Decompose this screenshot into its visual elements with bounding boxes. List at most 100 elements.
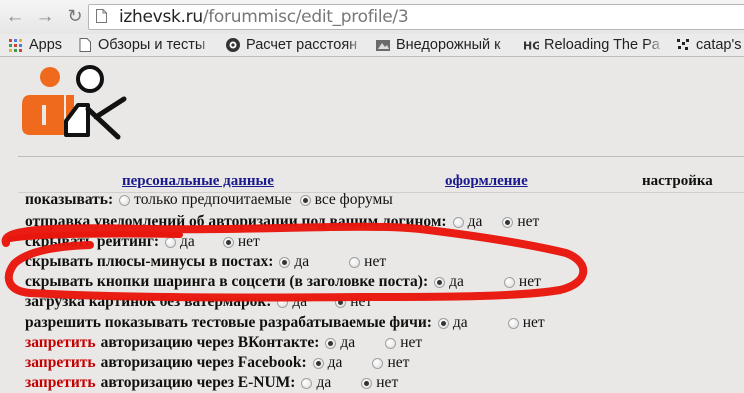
radio-option[interactable]: да bbox=[312, 354, 343, 372]
radio-unchecked[interactable] bbox=[372, 357, 384, 369]
radio-unchecked[interactable] bbox=[385, 337, 397, 349]
setting-label: отправка уведомлений об авторизации под … bbox=[25, 213, 447, 230]
radio-option[interactable]: да bbox=[279, 253, 309, 271]
radio-unchecked[interactable] bbox=[507, 317, 519, 329]
url-text: izhevsk.ru/forummisc/edit_profile/3 bbox=[119, 7, 409, 27]
radio-label: нет bbox=[387, 354, 410, 371]
divider bbox=[18, 156, 744, 157]
bookmark-label: Внедорожный к bbox=[396, 37, 501, 53]
setting-row: показывать: только предпочитаемые все фору… bbox=[25, 190, 393, 210]
radio-label: нет bbox=[364, 253, 387, 270]
bookmark-apps[interactable]: Apps bbox=[8, 35, 70, 55]
setting-row: загрузка картинок без ватермарок: да нет bbox=[25, 292, 372, 312]
radio-label: да bbox=[327, 354, 343, 371]
bookmark-offroad[interactable]: Внедорожный к bbox=[375, 35, 515, 55]
bookmark-label: catap's bbox=[696, 37, 742, 53]
radio-unchecked[interactable] bbox=[277, 296, 289, 308]
radio-label: да bbox=[316, 374, 332, 391]
radio-option[interactable]: да bbox=[301, 374, 331, 392]
site-icon bbox=[677, 39, 689, 50]
setting-row: скрывать плюсы-минусы в постах: да нет bbox=[25, 252, 386, 272]
bookmarks-bar: Apps Обзоры и тесты Расчет расстоян Внед… bbox=[0, 34, 744, 57]
radio-unchecked[interactable] bbox=[301, 377, 313, 389]
radio-option[interactable]: нет bbox=[335, 293, 372, 311]
bookmark-label: Обзоры и тесты bbox=[98, 37, 206, 53]
radio-option[interactable]: нет bbox=[372, 354, 409, 372]
forward-arrow-icon[interactable]: → bbox=[34, 5, 56, 27]
radio-label: да bbox=[292, 293, 308, 310]
setting-label: скрывать кнопки шаринга в соцсети (в заг… bbox=[25, 273, 429, 290]
radio-option[interactable]: да bbox=[434, 273, 464, 291]
radio-label: нет bbox=[376, 374, 399, 391]
radio-checked[interactable] bbox=[361, 377, 373, 389]
radio-option[interactable]: нет bbox=[349, 253, 386, 271]
radio-option[interactable]: да bbox=[437, 314, 468, 332]
radio-option[interactable]: нет bbox=[503, 273, 541, 291]
setting-label: загрузка картинок без ватермарок: bbox=[25, 293, 272, 310]
reload-icon[interactable]: ↻ bbox=[64, 5, 86, 27]
site-icon bbox=[226, 38, 240, 52]
bookmark-reloading[interactable]: HG Reloading The Pa bbox=[523, 35, 665, 55]
radio-checked[interactable] bbox=[279, 256, 291, 268]
radio-label: да bbox=[340, 334, 356, 351]
radio-option[interactable]: нет bbox=[222, 233, 260, 251]
radio-unchecked[interactable] bbox=[349, 256, 361, 268]
radio-label: да bbox=[452, 314, 468, 331]
apps-grid-icon bbox=[9, 39, 22, 52]
radio-checked[interactable] bbox=[502, 216, 514, 228]
browser-toolbar: ← → ↻ izhevsk.ru/forummisc/edit_profile/… bbox=[0, 0, 744, 34]
radio-checked[interactable] bbox=[325, 337, 337, 349]
bookmark-reviews[interactable]: Обзоры и тесты bbox=[77, 35, 215, 55]
setting-label: скрывать рейтинг: bbox=[25, 233, 160, 250]
radio-option[interactable]: нет bbox=[507, 314, 545, 332]
url-path: /forummisc/edit_profile/3 bbox=[202, 7, 409, 27]
radio-option[interactable]: нет bbox=[502, 213, 539, 231]
page-icon bbox=[96, 9, 107, 23]
radio-label: да bbox=[467, 213, 483, 230]
forbid-label: запретить bbox=[25, 354, 96, 371]
radio-option[interactable]: да bbox=[325, 334, 355, 352]
radio-label: нет bbox=[400, 334, 423, 351]
radio-label: да bbox=[180, 233, 195, 250]
radio-option[interactable]: да bbox=[165, 233, 195, 251]
page-icon bbox=[79, 38, 91, 52]
page-content: персональные данные оформление настройка… bbox=[0, 57, 744, 392]
radio-unchecked[interactable] bbox=[165, 236, 177, 248]
radio-label: нет bbox=[350, 293, 373, 310]
radio-option[interactable]: нет bbox=[361, 374, 398, 392]
tab-settings: настройка bbox=[642, 173, 713, 189]
radio-checked[interactable] bbox=[434, 276, 446, 288]
radio-checked[interactable] bbox=[335, 296, 347, 308]
radio-checked[interactable] bbox=[437, 317, 449, 329]
setting-label: авторизацию через E-NUM: bbox=[100, 374, 296, 391]
setting-label: разрешить показывать тестовые разрабатыв… bbox=[25, 314, 432, 331]
radio-option[interactable]: нет bbox=[385, 334, 422, 352]
radio-option[interactable]: да bbox=[452, 213, 483, 231]
back-arrow-icon[interactable]: ← bbox=[4, 5, 26, 27]
bookmark-distance[interactable]: Расчет расстоян bbox=[225, 35, 365, 55]
radio-option[interactable]: все форумы bbox=[299, 191, 393, 209]
radio-label: все форумы bbox=[314, 191, 393, 208]
radio-checked[interactable] bbox=[312, 357, 324, 369]
address-bar[interactable]: izhevsk.ru/forummisc/edit_profile/3 bbox=[88, 4, 744, 30]
radio-unchecked[interactable] bbox=[503, 276, 515, 288]
svg-text:HG: HG bbox=[523, 40, 539, 53]
site-logo[interactable] bbox=[20, 65, 128, 145]
tab-personal-data[interactable]: персональные данные bbox=[122, 173, 274, 190]
radio-option[interactable]: только предпочитаемые bbox=[119, 191, 292, 209]
radio-checked[interactable] bbox=[222, 236, 234, 248]
bookmark-catap[interactable]: catap's bbox=[675, 35, 744, 55]
radio-option[interactable]: да bbox=[277, 293, 307, 311]
setting-label: авторизацию через Facebook: bbox=[100, 354, 307, 371]
bookmark-label: Расчет расстоян bbox=[246, 37, 358, 53]
radio-unchecked[interactable] bbox=[119, 194, 131, 206]
radio-label: да bbox=[449, 273, 464, 290]
hg-icon: HG bbox=[523, 40, 539, 53]
tab-design[interactable]: оформление bbox=[445, 173, 528, 190]
url-host: izhevsk.ru bbox=[119, 7, 203, 27]
bookmark-label: Reloading The Pa bbox=[544, 37, 660, 53]
radio-checked[interactable] bbox=[299, 194, 311, 206]
setting-row: разрешить показывать тестовые разрабатыв… bbox=[25, 313, 545, 333]
radio-unchecked[interactable] bbox=[452, 216, 464, 228]
setting-label: скрывать плюсы-минусы в постах: bbox=[25, 253, 274, 270]
